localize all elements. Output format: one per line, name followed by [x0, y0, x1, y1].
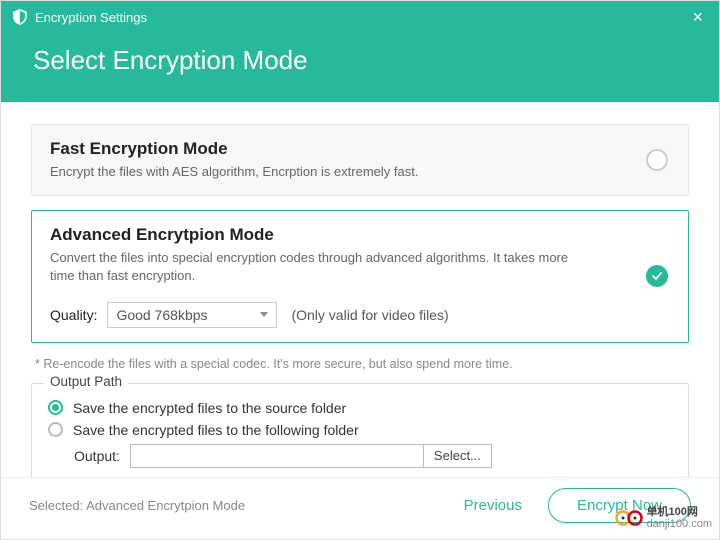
- shield-icon: [13, 9, 27, 25]
- output-option-custom-label: Save the encrypted files to the followin…: [73, 422, 359, 438]
- quality-select[interactable]: Good 768kbps: [107, 302, 277, 328]
- quality-value: Good 768kbps: [116, 307, 207, 323]
- output-path-legend: Output Path: [44, 374, 128, 389]
- output-option-source-radio[interactable]: [48, 400, 63, 415]
- mode-advanced-desc: Convert the files into special encryptio…: [50, 249, 590, 285]
- window-title: Encryption Settings: [35, 10, 147, 25]
- mode-fast-desc: Encrypt the files with AES algorithm, En…: [50, 163, 590, 181]
- mode-advanced-title: Advanced Encrytpion Mode: [50, 225, 670, 245]
- mode-fast-title: Fast Encryption Mode: [50, 139, 670, 159]
- output-option-custom-radio[interactable]: [48, 422, 63, 437]
- check-icon: [651, 270, 663, 282]
- output-path-input[interactable]: [130, 444, 424, 468]
- mode-fast-radio[interactable]: [646, 149, 668, 171]
- output-option-source[interactable]: Save the encrypted files to the source f…: [48, 400, 672, 416]
- output-field-label: Output:: [74, 448, 120, 464]
- page-title: Select Encryption Mode: [33, 45, 687, 76]
- selected-mode-text: Selected: Advanced Encrytpion Mode: [29, 498, 245, 513]
- mode-fast-card[interactable]: Fast Encryption Mode Encrypt the files w…: [31, 124, 689, 196]
- footer: Selected: Advanced Encrytpion Mode Previ…: [1, 477, 719, 539]
- quality-label: Quality:: [50, 307, 97, 323]
- chevron-down-icon: [260, 312, 268, 317]
- select-folder-button[interactable]: Select...: [424, 444, 492, 468]
- titlebar: Encryption Settings ×: [1, 1, 719, 33]
- header: Select Encryption Mode: [1, 33, 719, 102]
- reencode-footnote: * Re-encode the files with a special cod…: [35, 357, 685, 371]
- previous-button[interactable]: Previous: [464, 497, 522, 514]
- mode-advanced-radio[interactable]: [646, 265, 668, 287]
- quality-note: (Only valid for video files): [291, 307, 448, 323]
- output-option-custom[interactable]: Save the encrypted files to the followin…: [48, 422, 672, 438]
- encrypt-now-button[interactable]: Encrypt Now: [548, 488, 691, 523]
- output-path-group: Output Path Save the encrypted files to …: [31, 383, 689, 477]
- mode-advanced-card[interactable]: Advanced Encrytpion Mode Convert the fil…: [31, 210, 689, 342]
- close-icon[interactable]: ×: [688, 8, 707, 26]
- output-option-source-label: Save the encrypted files to the source f…: [73, 400, 346, 416]
